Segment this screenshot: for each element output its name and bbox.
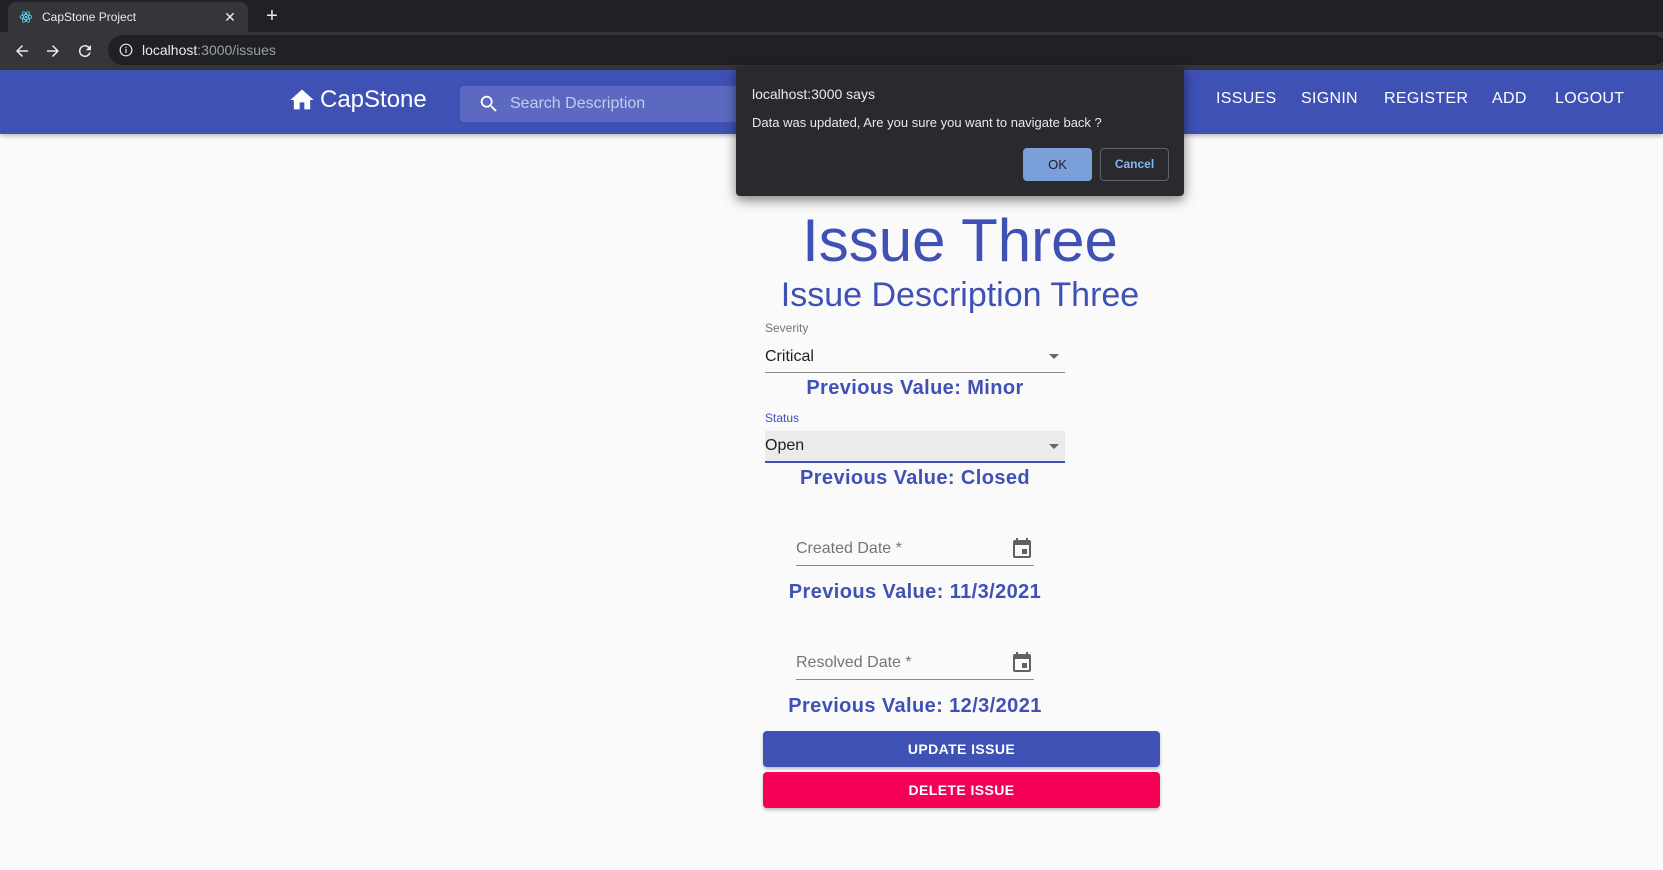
severity-value-box[interactable]: Critical	[765, 341, 1065, 373]
status-select[interactable]: Status Open	[765, 411, 1065, 463]
nav-issues[interactable]: ISSUES	[1216, 90, 1277, 108]
created-date-field[interactable]: Created Date *	[796, 532, 1034, 566]
forward-arrow-icon[interactable]	[41, 39, 65, 63]
calendar-icon[interactable]	[1010, 537, 1034, 561]
search-box[interactable]	[460, 86, 740, 122]
created-date-label: Created Date *	[796, 539, 902, 557]
nav-add[interactable]: ADD	[1492, 90, 1527, 108]
dropdown-arrow-icon	[1049, 443, 1059, 449]
status-previous-value: Previous Value: Closed	[800, 467, 1030, 489]
search-icon	[480, 95, 497, 112]
severity-previous-value: Previous Value: Minor	[806, 377, 1024, 399]
url-host: localhost	[142, 42, 198, 58]
issue-description: Issue Description Three	[780, 276, 1140, 314]
delete-issue-button[interactable]: DELETE ISSUE	[763, 772, 1160, 808]
info-icon[interactable]	[118, 42, 134, 58]
resolved-date-label: Resolved Date *	[796, 653, 912, 671]
brand[interactable]: CapStone	[288, 86, 427, 114]
confirm-dialog: localhost:3000 says Data was updated, Ar…	[736, 66, 1184, 196]
calendar-icon[interactable]	[1010, 651, 1034, 675]
severity-label: Severity	[765, 321, 809, 335]
reload-icon[interactable]	[73, 39, 97, 63]
severity-value: Critical	[765, 347, 814, 365]
browser-tab[interactable]: CapStone Project ✕	[8, 2, 248, 32]
search-input[interactable]	[510, 95, 730, 113]
tab-title: CapStone Project	[42, 10, 137, 24]
status-value: Open	[765, 437, 805, 454]
nav-signin[interactable]: SIGNIN	[1301, 90, 1358, 108]
url-path: :3000/issues	[197, 42, 276, 58]
status-value-box[interactable]: Open	[765, 431, 1065, 463]
ok-button[interactable]: OK	[1023, 148, 1092, 181]
cancel-button[interactable]: Cancel	[1100, 148, 1169, 181]
brand-name: CapStone	[320, 86, 427, 113]
nav-logout[interactable]: LOGOUT	[1555, 90, 1624, 108]
address-bar[interactable]: localhost:3000/issues	[108, 35, 1663, 65]
nav-register[interactable]: REGISTER	[1384, 90, 1468, 108]
resolved-date-previous-value: Previous Value: 12/3/2021	[788, 695, 1042, 717]
dialog-message: Data was updated, Are you sure you want …	[752, 115, 1102, 130]
react-favicon-icon	[18, 9, 34, 25]
dialog-title: localhost:3000 says	[752, 86, 875, 102]
home-icon	[290, 89, 314, 110]
browser-toolbar: localhost:3000/issues	[0, 32, 1663, 70]
severity-select[interactable]: Severity Critical	[765, 321, 1065, 373]
browser-tabbar: CapStone Project ✕ +	[0, 0, 1663, 32]
update-issue-button[interactable]: UPDATE ISSUE	[763, 731, 1160, 767]
close-icon[interactable]: ✕	[222, 9, 238, 26]
resolved-date-field[interactable]: Resolved Date *	[796, 646, 1034, 680]
dropdown-arrow-icon	[1049, 354, 1059, 359]
back-arrow-icon[interactable]	[10, 39, 34, 63]
plus-icon[interactable]: +	[260, 4, 284, 28]
created-date-previous-value: Previous Value: 11/3/2021	[788, 581, 1042, 603]
status-label: Status	[765, 411, 800, 425]
issue-title: Issue Three	[802, 207, 1118, 274]
